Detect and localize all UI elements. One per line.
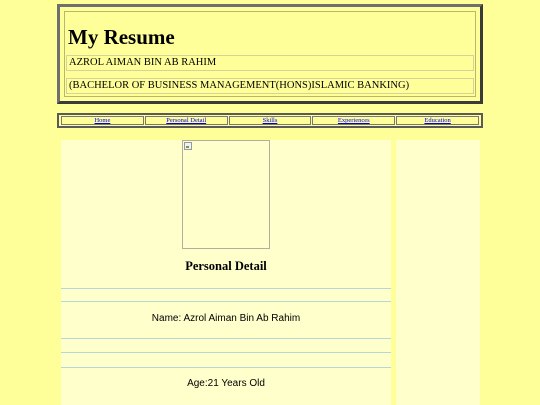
main-content-panel: Personal Detail Name: Azrol Aiman Bin Ab… <box>61 140 391 405</box>
nav-link-personal-detail[interactable]: Personal Detail <box>144 116 228 125</box>
divider <box>61 367 391 368</box>
divider <box>61 338 391 339</box>
nav-link-home[interactable]: Home <box>61 116 144 125</box>
divider <box>61 288 391 289</box>
nav-link-skills[interactable]: Skills <box>228 116 312 125</box>
degree-line: (BACHELOR OF BUSINESS MANAGEMENT(HONS)IS… <box>66 78 474 94</box>
header: My Resume AZROL AIMAN BIN AB RAHIM (BACH… <box>57 4 483 104</box>
right-sidebar <box>396 140 480 405</box>
resume-owner-name: AZROL AIMAN BIN AB RAHIM <box>66 55 474 71</box>
nav-link-education[interactable]: Education <box>396 116 479 125</box>
section-title: Personal Detail <box>185 259 267 273</box>
site-title: My Resume <box>68 25 175 49</box>
divider <box>61 301 391 302</box>
nav-bar: Home Personal Detail Skills Experiences … <box>57 113 483 128</box>
broken-image-icon <box>184 142 192 150</box>
header-inner-box: My Resume AZROL AIMAN BIN AB RAHIM (BACH… <box>64 11 476 97</box>
detail-name: Name: Azrol Aiman Bin Ab Rahim <box>151 313 301 324</box>
divider <box>61 352 391 353</box>
nav-link-experiences[interactable]: Experiences <box>312 116 396 125</box>
detail-age: Age:21 Years Old <box>187 378 265 389</box>
profile-photo <box>182 140 270 249</box>
